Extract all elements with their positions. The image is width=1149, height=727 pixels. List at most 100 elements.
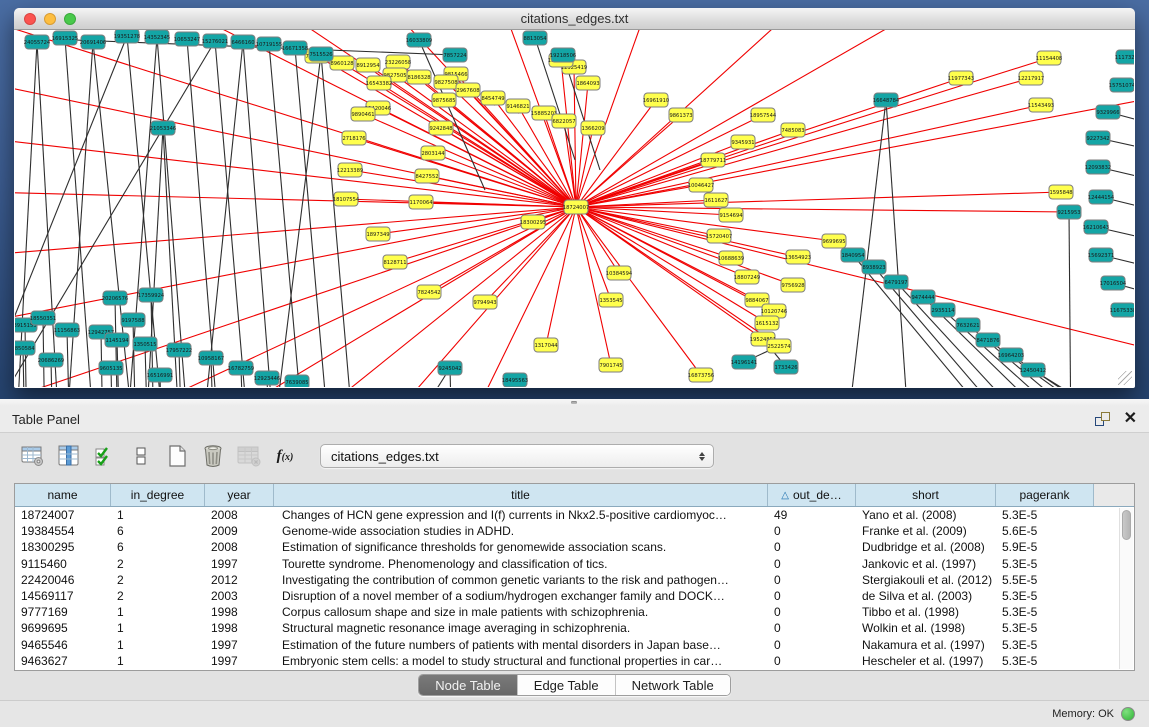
graph-node-label: 1317044 <box>534 343 558 349</box>
graph-edge <box>576 105 1041 207</box>
graph-node-label: 11543493 <box>1028 103 1054 109</box>
graph-edge <box>378 108 576 207</box>
cell-in_degree: 1 <box>111 654 205 668</box>
graph-node-label: 20686269 <box>38 358 64 364</box>
cell-short: de Silva et al. (2003) <box>856 589 996 603</box>
graph-node-label: 23226058 <box>385 60 411 66</box>
graph-edge <box>243 42 275 387</box>
column-header-short[interactable]: short <box>856 484 996 506</box>
graph-node-label: 9756928 <box>781 283 804 289</box>
panel-splitter[interactable] <box>0 399 1149 406</box>
graph-node-label: 18550351 <box>30 316 56 322</box>
close-panel-icon[interactable]: ✕ <box>1124 412 1137 426</box>
memory-ok-icon[interactable] <box>1121 707 1135 721</box>
new-column-icon[interactable] <box>162 441 192 471</box>
graph-node-label: 2935114 <box>931 308 955 314</box>
cell-in_degree: 2 <box>111 589 205 603</box>
graph-node-label: 9227342 <box>1086 136 1109 142</box>
table-row[interactable]: 911546021997Tourette syndrome. Phenomeno… <box>15 556 1134 572</box>
network-window-titlebar[interactable]: citations_edges.txt <box>14 8 1135 30</box>
graph-node-label: 15751074 <box>1109 83 1134 89</box>
graph-edge <box>395 207 576 262</box>
graph-node-label: 18107554 <box>333 197 360 203</box>
graph-node-label: 16782759 <box>228 366 254 372</box>
delete-column-icon[interactable] <box>198 441 228 471</box>
cell-short: Stergiakouli et al. (2012) <box>856 573 996 587</box>
network-view[interactable]: 1872400779638228960128891295423226058982… <box>15 30 1134 387</box>
graph-node-label: 9474444 <box>911 295 935 301</box>
table-row[interactable]: 1456911722003Disruption of a novel membe… <box>15 588 1134 604</box>
graph-node-label: 1840954 <box>841 253 865 259</box>
tab-edge-table[interactable]: Edge Table <box>518 675 616 695</box>
tab-node-table[interactable]: Node Table <box>419 675 518 695</box>
column-header-name[interactable]: name <box>15 484 111 506</box>
table-row[interactable]: 977716911998Corpus callosum shape and si… <box>15 604 1134 620</box>
graph-node-label: 8454749 <box>481 96 504 102</box>
table-row[interactable]: 2242004622012Investigating the contribut… <box>15 572 1134 588</box>
graph-node-label: 10688639 <box>718 256 744 262</box>
table-row[interactable]: 1938455462009Genome-wide association stu… <box>15 523 1134 539</box>
graph-node-label: 16210643 <box>1083 225 1109 231</box>
cell-out_de: 0 <box>768 654 856 668</box>
cell-pagerank: 5.3E-5 <box>996 557 1094 571</box>
graph-node-label: 1353545 <box>599 298 622 304</box>
graph-node-label: 9197588 <box>121 318 144 324</box>
function-builder-icon[interactable]: f(x) <box>270 441 300 471</box>
network-window[interactable]: citations_edges.txt 18724007796382289601… <box>14 8 1135 388</box>
table-settings-icon[interactable] <box>18 441 48 471</box>
cell-title: Estimation of significance thresholds fo… <box>274 540 768 554</box>
cell-out_de: 0 <box>768 540 856 554</box>
scrollbar-thumb[interactable] <box>1122 510 1131 540</box>
column-header-year[interactable]: year <box>205 484 274 506</box>
graph-edge <box>255 207 576 387</box>
cell-name: 18300295 <box>15 540 111 554</box>
graph-node-label: 12444154 <box>1088 195 1115 201</box>
window-resize-grip[interactable] <box>1118 371 1132 385</box>
graph-node-label: 9146821 <box>506 104 529 110</box>
vertical-scrollbar[interactable] <box>1119 508 1133 669</box>
table-row[interactable]: 946362711997Embryonic stem cells: a mode… <box>15 653 1134 669</box>
graph-node-label: 8850584 <box>15 346 35 352</box>
cell-pagerank: 5.3E-5 <box>996 654 1094 668</box>
column-header-pagerank[interactable]: pagerank <box>996 484 1094 506</box>
float-panel-icon[interactable] <box>1095 412 1110 426</box>
cell-name: 9777169 <box>15 605 111 619</box>
graph-node-label: 18807249 <box>734 275 760 281</box>
graph-node-label: 12217917 <box>1018 76 1044 82</box>
memory-status-label: Memory: OK <box>1052 708 1114 720</box>
cell-name: 9463627 <box>15 654 111 668</box>
graph-node-label: 12213389 <box>337 168 363 174</box>
show-columns-icon[interactable] <box>54 441 84 471</box>
cell-year: 2008 <box>205 508 274 522</box>
table-header-row: namein_degreeyeartitle△out_de…shortpager… <box>15 484 1134 507</box>
graph-edge <box>15 207 576 330</box>
cell-pagerank: 5.3E-5 <box>996 589 1094 603</box>
select-columns-icon[interactable] <box>90 441 120 471</box>
graph-node-label: 9875685 <box>432 98 455 104</box>
cell-in_degree: 6 <box>111 540 205 554</box>
cell-in_degree: 2 <box>111 557 205 571</box>
column-header-out_de[interactable]: △out_de… <box>768 484 856 506</box>
dropdown-arrows-icon <box>699 452 705 461</box>
table-row[interactable]: 1872400712008Changes of HCN gene express… <box>15 507 1134 523</box>
graph-node-label: 7632621 <box>956 323 979 329</box>
table-row[interactable]: 969969511998Structural magnetic resonanc… <box>15 620 1134 636</box>
cell-out_de: 0 <box>768 638 856 652</box>
graph-edge <box>350 170 576 207</box>
row-height-icon[interactable] <box>126 441 156 471</box>
graph-node-label: 9215953 <box>1057 210 1080 216</box>
cell-pagerank: 5.3E-5 <box>996 621 1094 635</box>
cell-out_de: 0 <box>768 589 856 603</box>
splitter-handle-icon <box>571 401 577 404</box>
tab-network-table[interactable]: Network Table <box>616 675 730 695</box>
column-header-title[interactable]: title <box>274 484 768 506</box>
table-row[interactable]: 946554611997Estimation of the future num… <box>15 637 1134 653</box>
cell-out_de: 49 <box>768 508 856 522</box>
table-row[interactable]: 1830029562008Estimation of significance … <box>15 539 1134 555</box>
citation-network-graph[interactable]: 1872400779638228960128891295423226058982… <box>15 30 1134 387</box>
graph-node-label: 14196141 <box>731 360 757 366</box>
graph-edge <box>321 54 355 387</box>
cell-short: Jankovic et al. (1997) <box>856 557 996 571</box>
table-select-dropdown[interactable]: citations_edges.txt <box>320 444 714 468</box>
column-header-in_degree[interactable]: in_degree <box>111 484 205 506</box>
